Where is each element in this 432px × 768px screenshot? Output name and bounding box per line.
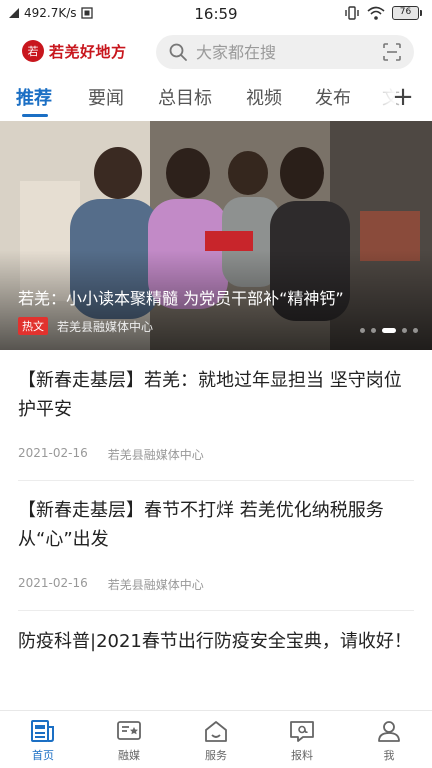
profile-icon [378, 721, 400, 742]
home-news-icon [31, 720, 54, 742]
nav-label: 服务 [205, 749, 227, 762]
app-name: 若羌好地方 [49, 42, 127, 61]
search-input[interactable] [196, 35, 366, 69]
nav-label: 报料 [291, 749, 313, 762]
carousel-dots [360, 328, 418, 333]
media-icon [117, 721, 141, 740]
news-source: 若羌县融媒体中心 [107, 448, 204, 462]
active-tab-indicator [22, 114, 48, 117]
banner-title: 若羌：小小读本聚精髓 为党员干部补“精神钙” [18, 289, 344, 308]
tab-video[interactable]: 视频 [246, 84, 282, 110]
search-box[interactable] [156, 35, 414, 69]
app-logo[interactable]: 若 若羌好地方 [22, 40, 127, 62]
nav-service[interactable]: 服务 [186, 719, 246, 763]
battery-icon: 76 [392, 6, 422, 20]
tab-recommend[interactable]: 推荐 [16, 84, 52, 110]
tab-overall-goal[interactable]: 总目标 [158, 84, 212, 110]
status-bar: 492.7K/s 16:59 76 [0, 0, 432, 28]
carousel-dot-active[interactable] [382, 328, 396, 333]
nav-media[interactable]: 融媒 [99, 719, 159, 763]
report-icon [290, 721, 314, 742]
tab-headlines[interactable]: 要闻 [88, 84, 124, 110]
banner-source: 若羌县融媒体中心 [57, 319, 154, 334]
banner-meta: 热文 若羌县融媒体中心 [18, 317, 153, 335]
tab-publish[interactable]: 发布 [315, 84, 351, 110]
battery-level: 76 [392, 6, 419, 20]
vibrate-icon [345, 6, 359, 20]
battery-tip [420, 10, 422, 16]
carousel-dot[interactable] [413, 328, 418, 333]
news-meta: 2021-02-16 若羌县融媒体中心 [18, 446, 204, 463]
news-item[interactable]: 【新春走基层】若羌：就地过年显担当 坚守岗位护平安 2021-02-16 若羌县… [18, 366, 414, 462]
news-title: 【新春走基层】若羌：就地过年显担当 坚守岗位护平安 [18, 370, 402, 420]
news-item[interactable]: 防疫科普|2021春节出行防疫安全宝典，请收好！ [18, 627, 414, 656]
news-date: 2021-02-16 [18, 576, 88, 590]
scan-icon[interactable] [382, 42, 402, 62]
header: 若 若羌好地方 [0, 30, 432, 74]
news-title: 【新春走基层】春节不打烊 若羌优化纳税服务 从“心”出发 [18, 500, 384, 550]
wifi-icon [367, 6, 385, 20]
channel-tabs: 推荐 要闻 总目标 视频 发布 文 + [0, 78, 432, 118]
search-icon [169, 43, 187, 61]
carousel-dot[interactable] [371, 328, 376, 333]
nav-report[interactable]: 报料 [272, 719, 332, 763]
carousel-dot[interactable] [402, 328, 407, 333]
featured-banner[interactable]: 若羌：小小读本聚精髓 为党员干部补“精神钙” 热文 若羌县融媒体中心 [0, 121, 432, 350]
news-meta: 2021-02-16 若羌县融媒体中心 [18, 576, 204, 593]
nav-label: 融媒 [118, 749, 140, 762]
news-source: 若羌县融媒体中心 [107, 578, 204, 592]
news-divider [18, 610, 414, 611]
nav-home[interactable]: 首页 [13, 719, 73, 763]
nav-label: 首页 [32, 749, 54, 762]
news-title: 防疫科普|2021春节出行防疫安全宝典，请收好！ [18, 631, 412, 652]
nav-label: 我 [383, 749, 395, 762]
news-divider [18, 480, 414, 481]
hot-badge: 热文 [18, 317, 48, 335]
news-date: 2021-02-16 [18, 446, 88, 460]
carousel-dot[interactable] [360, 328, 365, 333]
news-item[interactable]: 【新春走基层】春节不打烊 若羌优化纳税服务 从“心”出发 2021-02-16 … [18, 496, 414, 592]
bottom-nav: 首页 融媒 服务 报料 我 [0, 710, 432, 768]
logo-mark-icon: 若 [22, 40, 44, 62]
nav-profile[interactable]: 我 [359, 719, 419, 763]
add-channel-icon[interactable]: + [392, 82, 414, 112]
status-right: 76 [344, 5, 422, 21]
service-house-icon [205, 721, 227, 742]
